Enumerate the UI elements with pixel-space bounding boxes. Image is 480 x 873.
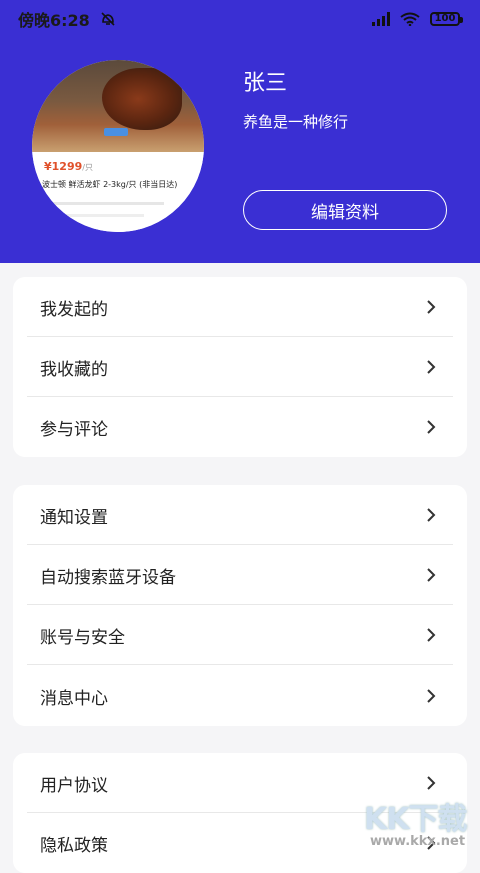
menu-item-message-center[interactable]: 消息中心 bbox=[13, 666, 467, 726]
profile-header: ¥1299/只 波士顿 鲜活龙虾 2-3kg/只 (非当日达) 张三 养鱼是一种… bbox=[0, 37, 480, 263]
menu-item-label: 自动搜索蓝牙设备 bbox=[40, 567, 176, 588]
image-tag-badge bbox=[104, 128, 128, 136]
chevron-right-icon bbox=[427, 628, 436, 642]
chevron-right-icon bbox=[427, 300, 436, 314]
menu-group-activity: 我发起的 我收藏的 参与评论 bbox=[13, 277, 467, 457]
watermark: KK下载 www.kkx.net bbox=[364, 794, 480, 853]
product-text-line bbox=[44, 214, 144, 217]
signal-icon bbox=[372, 11, 390, 26]
menu-item-account-security[interactable]: 账号与安全 bbox=[13, 605, 467, 665]
product-price-value: ¥1299 bbox=[44, 160, 83, 173]
menu-item-label: 账号与安全 bbox=[40, 627, 125, 648]
status-bar: 傍晚6:28 100 bbox=[0, 0, 480, 37]
menu-item-label: 隐私政策 bbox=[40, 835, 108, 856]
product-text-line bbox=[44, 202, 164, 205]
status-time: 傍晚6:28 bbox=[18, 10, 90, 30]
watermark-url: www.kkx.net bbox=[370, 834, 466, 849]
chevron-right-icon bbox=[427, 360, 436, 374]
wifi-icon bbox=[400, 12, 420, 26]
menu-item-label: 用户协议 bbox=[40, 775, 108, 796]
menu-item-label: 我发起的 bbox=[40, 299, 108, 320]
menu-item-bluetooth-scan[interactable]: 自动搜索蓝牙设备 bbox=[13, 545, 467, 605]
menu-item-label: 我收藏的 bbox=[40, 359, 108, 380]
avatar-product-card: ¥1299/只 波士顿 鲜活龙虾 2-3kg/只 (非当日达) bbox=[32, 152, 204, 232]
menu-item-label: 通知设置 bbox=[40, 507, 108, 528]
user-name: 张三 bbox=[243, 71, 288, 96]
menu-item-initiated[interactable]: 我发起的 bbox=[13, 277, 467, 337]
menu-group-settings: 通知设置 自动搜索蓝牙设备 账号与安全 消息中心 bbox=[13, 485, 467, 726]
battery-icon: 100 bbox=[430, 11, 463, 26]
menu-item-label: 消息中心 bbox=[40, 688, 108, 709]
product-title: 波士顿 鲜活龙虾 2-3kg/只 (非当日达) bbox=[42, 180, 178, 189]
chevron-right-icon bbox=[427, 689, 436, 703]
alarm-off-icon bbox=[101, 11, 115, 26]
chevron-right-icon bbox=[427, 420, 436, 434]
watermark-brand: KK下载 bbox=[364, 802, 467, 837]
chevron-right-icon bbox=[427, 776, 436, 790]
user-motto: 养鱼是一种修行 bbox=[243, 113, 349, 131]
chevron-right-icon bbox=[427, 508, 436, 522]
menu-item-label: 参与评论 bbox=[40, 419, 108, 440]
product-price: ¥1299/只 bbox=[44, 160, 93, 173]
divider bbox=[27, 664, 453, 665]
lobster-image bbox=[102, 68, 182, 130]
menu-item-notification-settings[interactable]: 通知设置 bbox=[13, 485, 467, 545]
menu-item-comments[interactable]: 参与评论 bbox=[13, 397, 467, 457]
product-price-unit: /只 bbox=[82, 163, 93, 172]
edit-profile-button[interactable]: 编辑资料 bbox=[243, 190, 447, 230]
menu-item-favorites[interactable]: 我收藏的 bbox=[13, 337, 467, 397]
chevron-right-icon bbox=[427, 568, 436, 582]
avatar[interactable]: ¥1299/只 波士顿 鲜活龙虾 2-3kg/只 (非当日达) bbox=[32, 60, 204, 232]
